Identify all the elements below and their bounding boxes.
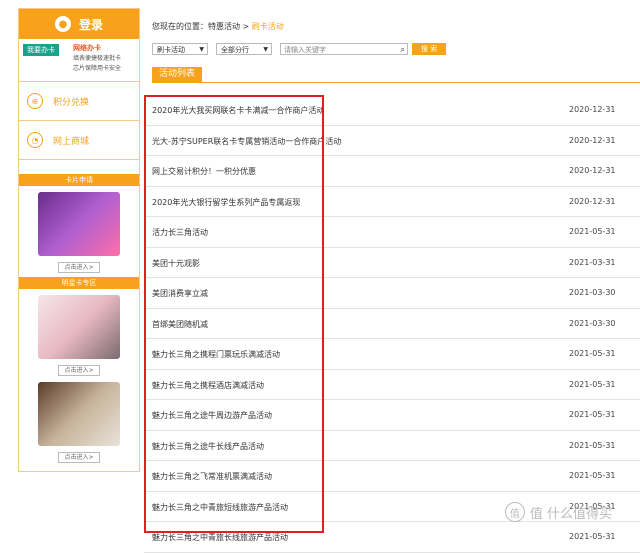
activity-date: 2021-03-30 — [569, 318, 616, 328]
enter-link[interactable]: 点击进入> — [58, 365, 100, 376]
chevron-down-icon: ▼ — [199, 46, 204, 53]
search-placeholder: 请输入关键字 — [284, 46, 326, 54]
activity-date: 2021-05-31 — [569, 349, 616, 358]
activity-title[interactable]: 活力长三角活动 — [152, 227, 208, 238]
list-item[interactable]: 魅力长三角之中青旅长线旅游产品活动 2021-05-31 — [144, 522, 640, 553]
list-item[interactable]: 魅力长三角之携程酒店满减活动 2021-05-31 — [144, 370, 640, 400]
apply-line-2: 芯片保障用卡安全 — [73, 65, 122, 72]
sidebar-item-label: 积分兑换 — [53, 97, 90, 108]
activity-title[interactable]: 魅力长三角之携程酒店满减活动 — [152, 380, 264, 391]
sidebar-item-points[interactable]: ⊕ 积分兑换 — [19, 82, 139, 121]
watermark: 值 值 什么值得买 — [504, 502, 612, 522]
activity-date: 2020-12-31 — [569, 166, 616, 175]
list-item[interactable]: 美团十元观影 2021-03-31 — [144, 248, 640, 278]
signal-icon: ◔ — [27, 132, 43, 148]
enter-link[interactable]: 点击进入> — [58, 452, 100, 463]
list-item[interactable]: 2020年光大银行留学生系列产品专属返现 2020-12-31 — [144, 187, 640, 217]
list-item[interactable]: 2020年光大我买网联名卡卡满减一合作商户活动 2020-12-31 — [144, 95, 640, 126]
user-icon: ● — [54, 16, 71, 32]
branch-select[interactable]: 全部分行 ▼ — [216, 43, 272, 55]
activity-title[interactable]: 美团十元观影 — [152, 258, 200, 269]
activity-title[interactable]: 魅力长三角之途牛周边游产品活动 — [152, 410, 272, 421]
activity-date: 2021-03-31 — [569, 257, 616, 267]
points-icon: ⊕ — [27, 93, 43, 109]
activity-date: 2021-03-30 — [569, 288, 616, 297]
list-item[interactable]: 魅力长三角之携程门票玩乐满减活动 2021-05-31 — [144, 339, 640, 370]
list-item[interactable]: 光大-苏宁SUPER联名卡专属营销活动一合作商户活动 2020-12-31 — [144, 126, 640, 156]
breadcrumb-sep: > — [242, 22, 250, 31]
breadcrumb-current: 刷卡活动 — [251, 22, 284, 31]
apply-line-1: 填表便捷极速批卡 — [73, 55, 122, 62]
activity-title[interactable]: 魅力长三角之途牛长线产品活动 — [152, 441, 264, 452]
logo-icon: 值 — [504, 502, 525, 522]
activity-title[interactable]: 光大-苏宁SUPER联名卡专属营销活动一合作商户活动 — [152, 136, 341, 147]
activity-date: 2021-05-31 — [569, 227, 616, 236]
activity-title[interactable]: 美团消费享立减 — [152, 288, 208, 299]
tab-activity-list[interactable]: 活动列表 — [152, 67, 202, 82]
search-button[interactable]: 搜 索 — [412, 43, 447, 55]
breadcrumb: 您现在的位置：特惠活动 > 刷卡活动 — [152, 21, 284, 32]
branch-select-value: 全部分行 — [221, 46, 249, 54]
activity-title[interactable]: 2020年光大我买网联名卡卡满减一合作商户活动 — [152, 105, 324, 116]
activity-title[interactable]: 2020年光大银行留学生系列产品专属返现 — [152, 197, 300, 208]
filter-bar: 刷卡活动 ▼ 全部分行 ▼ 请输入关键字 ⌕ 搜 索 — [152, 43, 447, 55]
activity-date: 2021-05-31 — [569, 410, 616, 419]
sidebar: ● 登录 我要办卡 网络办卡 填表便捷极速批卡 芯片保障用卡安全 ⊕ 积分兑换 … — [18, 8, 140, 472]
list-item[interactable]: 魅力长三角之飞常准机票满减活动 2021-05-31 — [144, 461, 640, 492]
activity-list: 2020年光大我买网联名卡卡满减一合作商户活动 2020-12-31 光大-苏宁S… — [144, 95, 640, 553]
list-item[interactable]: 网上交易计积分！一积分优惠 2020-12-31 — [144, 156, 640, 187]
type-select[interactable]: 刷卡活动 ▼ — [152, 43, 208, 55]
activity-date: 2021-05-31 — [569, 471, 616, 480]
activity-title[interactable]: 魅力长三角之携程门票玩乐满减活动 — [152, 349, 280, 360]
list-item[interactable]: 首绑美团随机减 2021-03-30 — [144, 309, 640, 339]
activity-title[interactable]: 魅力长三角之飞常准机票满减活动 — [152, 471, 272, 482]
activity-title[interactable]: 魅力长三角之中青旅长线旅游产品活动 — [152, 532, 288, 543]
enter-link[interactable]: 点击进入> — [58, 262, 100, 273]
login-label: 登录 — [78, 17, 103, 32]
star-card-image[interactable] — [38, 382, 120, 446]
activity-date: 2020-12-31 — [569, 105, 616, 114]
search-input[interactable]: 请输入关键字 ⌕ — [280, 43, 408, 55]
apply-title: 网络办卡 — [73, 44, 101, 52]
list-item[interactable]: 魅力长三角之途牛长线产品活动 2021-05-31 — [144, 431, 640, 461]
chevron-down-icon: ▼ — [263, 46, 268, 53]
activity-title[interactable]: 魅力长三角之中青旅短线旅游产品活动 — [152, 502, 288, 513]
breadcrumb-prefix: 您现在的位置： — [152, 22, 208, 31]
apply-tag: 我要办卡 — [23, 44, 59, 56]
activity-title[interactable]: 首绑美团随机减 — [152, 319, 208, 330]
online-apply-card[interactable]: 我要办卡 网络办卡 填表便捷极速批卡 芯片保障用卡安全 — [19, 39, 139, 82]
watermark-text: 值 什么值得买 — [529, 506, 612, 522]
activity-title[interactable]: 网上交易计积分！一积分优惠 — [152, 166, 256, 177]
search-icon[interactable]: ⌕ — [401, 44, 405, 56]
star-card-image[interactable] — [38, 295, 120, 359]
type-select-value: 刷卡活动 — [157, 46, 185, 54]
list-item[interactable]: 美团消费享立减 2021-03-30 — [144, 278, 640, 309]
login-button[interactable]: ● 登录 — [19, 9, 139, 39]
sidebar-item-label: 网上商城 — [53, 136, 90, 147]
card-image[interactable] — [38, 192, 120, 256]
card-apply-header: 卡片申请 — [19, 174, 139, 186]
sidebar-item-mall[interactable]: ◔ 网上商城 — [19, 121, 139, 160]
list-item[interactable]: 魅力长三角之途牛周边游产品活动 2021-05-31 — [144, 400, 640, 431]
list-item[interactable]: 活力长三角活动 2021-05-31 — [144, 217, 640, 248]
tab-bar: 活动列表 — [152, 67, 640, 83]
star-card-header: 明星卡专区 — [19, 277, 139, 289]
activity-date: 2021-05-31 — [569, 440, 616, 450]
activity-date: 2021-05-31 — [569, 379, 616, 389]
activity-date: 2020-12-31 — [569, 196, 616, 206]
activity-date: 2020-12-31 — [569, 135, 616, 145]
breadcrumb-parent[interactable]: 特惠活动 — [208, 22, 240, 31]
